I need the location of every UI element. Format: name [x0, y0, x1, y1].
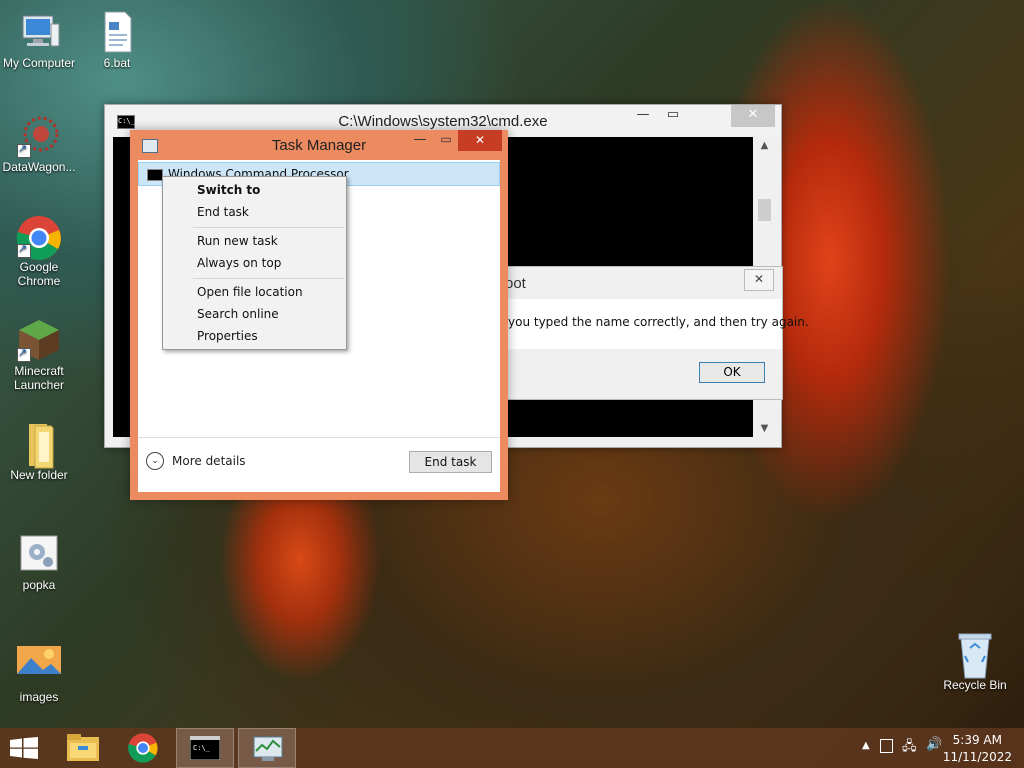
desktop-icon-label: DataWagon...: [2, 160, 76, 174]
minecraft-icon: [17, 318, 61, 362]
scroll-down-icon[interactable]: ▼: [756, 420, 773, 437]
menu-separator: [193, 278, 344, 279]
ok-button[interactable]: OK: [699, 362, 765, 383]
scroll-up-icon[interactable]: ▲: [756, 137, 773, 154]
taskbar-chrome[interactable]: [114, 728, 172, 768]
close-icon[interactable]: ✕: [731, 105, 775, 127]
desktop-icon-google-chrome[interactable]: Google Chrome: [0, 214, 78, 288]
desktop-icon-6-bat[interactable]: 6.bat: [78, 10, 156, 70]
chevron-up-icon[interactable]: ▲: [862, 740, 870, 751]
menu-item-search-online[interactable]: Search online: [197, 307, 279, 321]
taskbar: C:\_ ▲ 🖧 🔊 5:39 AM 11/11/2022: [0, 728, 1024, 768]
desktop-icon-my-computer[interactable]: My Computer: [0, 10, 78, 70]
start-icon: [10, 737, 38, 759]
task-manager-footer: ⌄ More details End task: [138, 437, 500, 492]
desktop-icon-label: 6.bat: [103, 56, 131, 70]
desktop-icon-label: Google Chrome: [17, 260, 61, 288]
error-dialog-title: oot: [505, 275, 526, 292]
desktop-icon-label: New folder: [10, 468, 68, 482]
folder-icon: [17, 422, 61, 469]
shortcut-arrow-icon: [17, 242, 31, 258]
volume-icon[interactable]: 🔊: [926, 737, 942, 752]
cmd-icon: C:\_: [190, 736, 220, 760]
desktop-icon-popka[interactable]: popka: [0, 532, 78, 592]
scroll-thumb[interactable]: [758, 199, 771, 221]
chrome-icon: [16, 214, 61, 260]
desktop-icon-recycle-bin[interactable]: Recycle Bin: [936, 632, 1014, 692]
menu-item-properties[interactable]: Properties: [197, 329, 258, 343]
error-message: you typed the name correctly, and then t…: [508, 315, 809, 329]
cmd-icon: [147, 169, 163, 181]
task-manager-titlebar[interactable]: Task Manager — ▭ ✕: [130, 130, 508, 158]
system-tray: ▲ 🖧 🔊 5:39 AM 11/11/2022: [834, 728, 1024, 768]
file-explorer-icon: [67, 734, 99, 761]
batch-file-icon: [95, 10, 139, 54]
close-icon[interactable]: ✕: [458, 130, 502, 151]
maximize-icon[interactable]: ▭: [436, 132, 456, 146]
desktop-icon-minecraft-launcher[interactable]: Minecraft Launcher: [0, 318, 78, 392]
image-file-icon: [17, 644, 61, 688]
clock-time[interactable]: 5:39 AM: [953, 733, 1002, 747]
computer-icon: [17, 10, 61, 54]
network-icon[interactable]: 🖧: [902, 737, 917, 759]
more-details-link[interactable]: More details: [172, 454, 246, 468]
shortcut-arrow-icon: [17, 142, 31, 158]
end-task-button[interactable]: End task: [409, 451, 492, 473]
shortcut-arrow-icon: [17, 346, 31, 362]
error-dialog-body: you typed the name correctly, and then t…: [499, 299, 809, 349]
menu-item-always-on-top[interactable]: Always on top: [197, 256, 281, 270]
chevron-down-icon[interactable]: ⌄: [146, 452, 164, 470]
desktop-icon-label: popka: [22, 578, 56, 592]
desktop-icon-new-folder[interactable]: New folder: [0, 422, 78, 482]
svg-text:C:\_: C:\_: [193, 744, 211, 752]
settings-file-icon: [17, 532, 61, 576]
start-button[interactable]: [0, 728, 50, 768]
menu-item-end-task[interactable]: End task: [197, 205, 249, 219]
taskbar-cmd[interactable]: C:\_: [176, 728, 234, 768]
desktop-icon-label: Recycle Bin: [943, 678, 1007, 692]
close-icon[interactable]: ✕: [744, 269, 774, 291]
taskbar-file-explorer[interactable]: [54, 728, 112, 768]
recycle-bin-icon: [953, 632, 997, 679]
menu-separator: [193, 227, 344, 228]
chrome-icon: [128, 733, 158, 763]
desktop-icon-label: My Computer: [2, 56, 76, 70]
action-center-icon[interactable]: [880, 739, 893, 753]
menu-item-switch-to[interactable]: Switch to: [197, 183, 260, 197]
clock-date[interactable]: 11/11/2022: [943, 750, 1012, 764]
minimize-icon[interactable]: —: [629, 105, 657, 127]
context-menu: Switch to End task Run new task Always o…: [162, 176, 347, 350]
datawagon-icon: [17, 114, 61, 158]
taskbar-task-manager[interactable]: [238, 728, 296, 768]
desktop-icon-label: images: [19, 690, 59, 704]
task-manager-icon: [253, 736, 283, 761]
desktop-icon-datawagon[interactable]: DataWagon...: [0, 114, 78, 174]
menu-item-open-file-location[interactable]: Open file location: [197, 285, 303, 299]
desktop-icon-images[interactable]: images: [0, 644, 78, 704]
desktop-icon-label: Minecraft Launcher: [13, 364, 65, 392]
error-dialog[interactable]: oot ✕ you typed the name correctly, and …: [498, 266, 809, 400]
minimize-icon[interactable]: —: [410, 132, 430, 147]
menu-item-run-new-task[interactable]: Run new task: [197, 234, 278, 248]
maximize-icon[interactable]: ▭: [659, 105, 687, 127]
